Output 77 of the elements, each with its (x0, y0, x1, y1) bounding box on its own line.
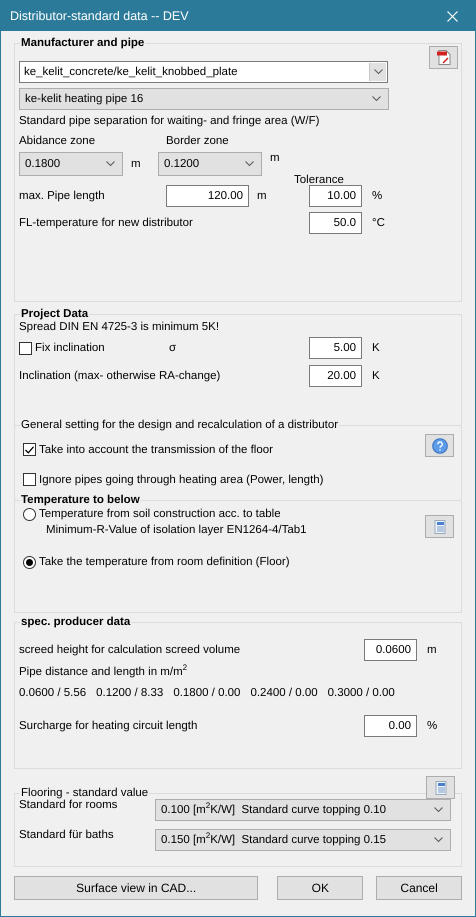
radio-sublabel: Minimum-R-Value of isolation layer EN1264-4/Tab1 (45, 524, 307, 536)
checkbox[interactable] (19, 342, 32, 354)
number-field[interactable]: 120.00 (166, 185, 249, 207)
unit-label: % (371, 190, 382, 202)
window-title: Distributor-standard data -- DEV (10, 9, 190, 23)
unit-label: m (426, 644, 437, 656)
unit-label: m (269, 152, 280, 164)
field-label: Standard for rooms (19, 799, 118, 811)
table-button[interactable] (425, 515, 454, 538)
checkbox-label: Fix inclination (35, 342, 105, 354)
number-field[interactable]: 20.00 (309, 365, 362, 387)
field-label: Inclination (max- otherwise RA-change) (19, 370, 222, 382)
field-label: Tolerance (294, 174, 344, 186)
list-icon (434, 520, 446, 534)
checkbox[interactable] (23, 443, 36, 456)
field-label: Surcharge for heating circuit length (19, 720, 198, 732)
distance-value: 0.3000 / 0.00 (328, 687, 395, 699)
distance-value: 0.0600 / 5.56 (19, 687, 86, 699)
flooring-dropdown[interactable]: 0.150 [m$^{2}$K/W] Standard curve topping 0.15 (155, 829, 451, 851)
group-title: Manufacturer and pipe (20, 37, 146, 49)
chevron-icon (106, 161, 115, 167)
number-field[interactable]: 0.0600 (364, 639, 417, 661)
pipe-dropdown[interactable]: ke-kelit heating pipe 16 (19, 88, 389, 110)
chevron-icon (434, 807, 443, 813)
unit-label: °C (371, 217, 385, 229)
unit-label: m (130, 158, 142, 170)
section-label: Pipe distance and length in m/m$^{2}$ (19, 666, 188, 678)
ok-button[interactable]: OK (277, 876, 364, 900)
help-button[interactable] (425, 434, 454, 457)
pdf-button[interactable] (429, 46, 458, 69)
unit-label: K (371, 370, 380, 382)
system-combo[interactable]: ke_kelit_concrete/ke_kelit_knobbed_plate (19, 61, 388, 83)
section-label: Standard pipe separation for waiting- and fringe area (W/F) (19, 115, 320, 127)
distance-value: 0.1800 / 0.00 (173, 687, 240, 699)
group-title: Temperature to below (20, 494, 141, 506)
number-field[interactable]: 0.00 (364, 715, 417, 737)
list-icon (434, 780, 446, 794)
radio-button[interactable] (23, 508, 36, 521)
distance-value: 0.1200 / 8.33 (96, 687, 164, 699)
close-icon (447, 10, 458, 22)
field-label: screed height for calculation screed volume (19, 644, 242, 656)
cad-button[interactable]: Surface view in CAD... (14, 876, 258, 900)
table-button[interactable] (426, 776, 455, 799)
pdf-icon (436, 49, 452, 66)
checkbox-label: Ignore pipes going through heating area (Power, length) (39, 474, 324, 486)
cancel-button[interactable]: Cancel (376, 876, 462, 900)
number-field[interactable]: 5.00 (309, 337, 362, 359)
radio-label: Temperature from soil construction acc. to table (39, 508, 282, 520)
number-field[interactable]: 10.00 (309, 185, 362, 207)
flooring-dropdown[interactable]: 0.100 [m$^{2}$K/W] Standard curve topping 0.10 (155, 799, 451, 821)
help-icon (432, 438, 448, 454)
chevron-icon (372, 96, 381, 102)
radio-button[interactable] (23, 556, 36, 569)
unit-label: K (371, 342, 380, 354)
field-label: Standard für baths (19, 829, 115, 841)
unit-label: % (426, 720, 438, 732)
group-title: General setting for the design and recalculation of a distributor (20, 419, 340, 431)
group-title: spec. producer data (20, 616, 132, 628)
group-title: Flooring - standard value (20, 787, 150, 799)
border-dropdown[interactable]: 0.1200 (158, 152, 262, 176)
sigma-symbol: σ (169, 342, 178, 354)
field-label: FL-temperature for new distributor (19, 217, 194, 229)
abidance-dropdown[interactable]: 0.1800 (19, 152, 123, 176)
checkbox[interactable] (23, 473, 36, 486)
group-title: Project Data (20, 308, 90, 320)
field-label: Abidance zone (19, 135, 96, 147)
number-field[interactable]: 50.0 (309, 212, 362, 234)
chevron-icon (434, 837, 443, 843)
chevron-icon (374, 69, 382, 75)
checkbox-label: Take into account the transmission of the floor (39, 444, 273, 456)
field-label: Border zone (166, 135, 229, 147)
distance-value: 0.2400 / 0.00 (250, 687, 318, 699)
note-text: Spread DIN EN 4725-3 is minimum 5K! (19, 321, 220, 333)
radio-label: Take the temperature from room definition (Floor) (39, 556, 290, 568)
chevron-icon (245, 161, 254, 167)
unit-label: m (256, 190, 268, 202)
field-label: max. Pipe length (19, 190, 106, 202)
